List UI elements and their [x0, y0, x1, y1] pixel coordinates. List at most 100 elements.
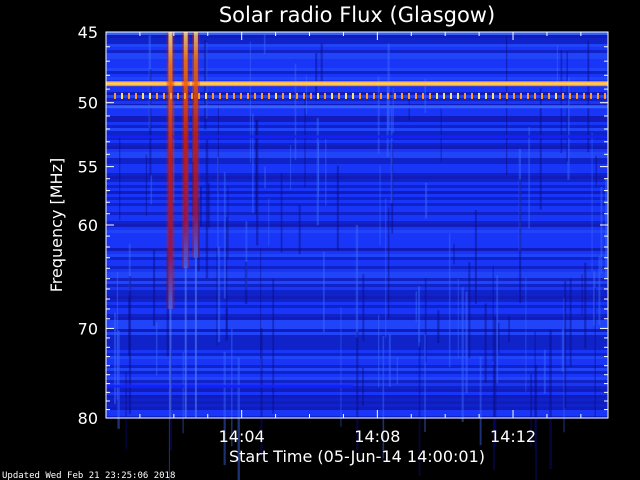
radio-burst	[168, 32, 173, 309]
texture-streak	[355, 224, 359, 338]
texture-stripe	[106, 59, 608, 62]
chart-title: Solar radio Flux (Glasgow)	[219, 3, 495, 27]
spectrogram-texture	[106, 32, 609, 480]
texture-stripe	[106, 50, 608, 53]
band-spike	[310, 92, 312, 99]
band-spike	[163, 92, 165, 99]
band-spike	[457, 92, 459, 99]
texture-streak	[294, 63, 297, 160]
texture-streak	[336, 165, 339, 251]
texture-streak	[150, 174, 153, 205]
y-tick-label: 50	[78, 94, 98, 113]
band-spike	[275, 92, 277, 99]
texture-streak	[385, 198, 387, 338]
texture-streak	[217, 157, 219, 256]
band-spike	[492, 92, 494, 99]
band-spike	[324, 92, 326, 99]
texture-streak	[528, 127, 530, 229]
band-spike	[254, 92, 256, 99]
band-spike	[233, 92, 235, 99]
texture-stripe	[106, 152, 608, 155]
y-tick-label: 70	[78, 319, 98, 338]
texture-stripe	[106, 209, 608, 212]
band-spike	[408, 92, 410, 99]
texture-stripe	[106, 158, 608, 161]
band-spike	[541, 92, 543, 99]
texture-stripe	[106, 47, 608, 50]
texture-stripe	[106, 74, 608, 77]
band-spike	[352, 92, 354, 99]
band-spike	[394, 92, 396, 99]
texture-stripe	[106, 155, 608, 158]
texture-stripe	[106, 41, 608, 44]
texture-streak	[508, 315, 510, 343]
texture-stripe	[106, 110, 608, 113]
texture-streak	[564, 281, 567, 408]
band-spike	[247, 92, 249, 99]
texture-streak	[113, 312, 117, 404]
texture-streak	[264, 166, 266, 189]
band-spike	[149, 92, 151, 99]
texture-stripe	[106, 167, 608, 170]
texture-streak	[155, 322, 158, 376]
texture-stripe	[106, 197, 608, 200]
texture-streak	[128, 276, 132, 415]
texture-streak	[604, 178, 608, 280]
texture-stripe	[106, 185, 608, 188]
band-spike	[604, 92, 606, 99]
texture-stripe	[106, 176, 608, 179]
band-spike	[415, 92, 417, 99]
texture-stripe	[106, 98, 608, 101]
band-spike	[534, 92, 536, 99]
texture-streak	[479, 356, 482, 446]
texture-stripe	[106, 164, 608, 167]
band-spike	[170, 92, 172, 99]
texture-stripe	[106, 173, 608, 176]
band-spike	[359, 92, 361, 99]
texture-streak	[457, 279, 459, 359]
texture-streak	[226, 216, 228, 331]
band-spike	[513, 92, 515, 99]
spectrogram-chart: 45 50 55 60 70 80 14:04 14:08 14:12 Solar radio F…	[2, 3, 609, 480]
texture-streak	[461, 287, 464, 422]
band-spike	[289, 92, 291, 99]
band-spike	[114, 92, 116, 99]
texture-streak	[249, 41, 251, 163]
band-spike	[548, 92, 550, 99]
texture-streak	[199, 186, 202, 227]
texture-streak	[125, 372, 127, 450]
texture-stripe	[106, 143, 608, 146]
texture-streak	[322, 251, 325, 333]
texture-stripe	[106, 206, 608, 209]
texture-streak	[227, 186, 229, 259]
band-spike	[429, 92, 431, 99]
texture-streak	[556, 44, 559, 82]
texture-streak	[591, 132, 593, 272]
texture-stripe	[106, 35, 608, 38]
texture-streak	[255, 120, 258, 214]
texture-streak	[453, 243, 455, 265]
band-spike	[464, 92, 466, 99]
texture-stripe	[106, 170, 608, 173]
texture-streak	[377, 315, 380, 388]
texture-stripe	[106, 146, 608, 149]
texture-streak	[379, 165, 381, 246]
band-spike	[191, 92, 193, 99]
band-spike	[240, 92, 242, 99]
texture-stripe	[106, 125, 608, 128]
band-spike	[198, 92, 200, 99]
texture-streak	[207, 183, 210, 228]
texture-stripe	[106, 128, 608, 131]
texture-streak	[448, 233, 451, 368]
texture-stripe	[106, 200, 608, 203]
texture-streak	[388, 334, 391, 387]
band-spike	[177, 92, 179, 99]
band-spike	[296, 92, 298, 99]
texture-stripe	[106, 149, 608, 152]
band-spike	[576, 92, 578, 99]
texture-streak	[437, 310, 440, 343]
band-spike	[142, 92, 144, 99]
texture-streak	[340, 307, 342, 427]
texture-streak	[298, 204, 301, 255]
texture-streak	[377, 76, 380, 154]
